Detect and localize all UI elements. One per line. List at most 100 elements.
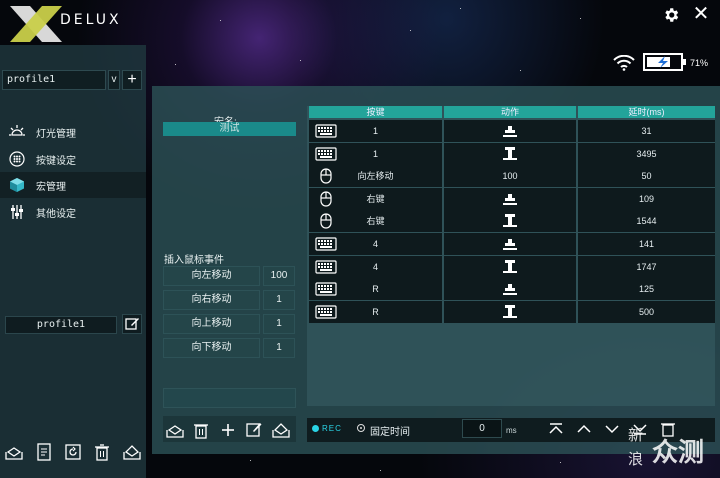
delay-cell[interactable]: 3495 [578,142,715,165]
sina-watermark: 新 浪 众测 [628,422,718,474]
import-macro-icon[interactable] [165,420,185,440]
move-left-value[interactable]: 100 [263,266,295,286]
keyboard-icon [315,305,337,319]
macro-list[interactable] [163,388,296,408]
keyboard-icon [315,124,337,138]
brand-name: DELUX [60,12,122,28]
mouse-event-title: 插入鼠标事件 [164,255,224,266]
delay-cell[interactable]: 31 [578,120,715,142]
fixed-time-input[interactable]: 0 [462,419,502,438]
delay-cell[interactable]: 109 [578,187,715,210]
fixed-time-label: 固定时间 [370,427,410,438]
key-release-icon [503,146,517,160]
star [580,18,581,19]
profile-select[interactable]: profile1 [2,70,106,90]
rec-label[interactable]: REC [322,424,342,433]
key-cell: R [309,300,442,323]
action-cell [444,210,576,233]
move-down-button[interactable]: 向下移动 [163,338,260,358]
star [300,60,301,61]
sidebar-item-other[interactable]: 其他设定 [0,199,146,225]
sidebar-item-lighting[interactable]: 灯光管理 [0,119,146,145]
document-icon[interactable] [34,442,54,462]
key-label: 4 [372,261,378,272]
key-press-icon [503,193,517,205]
add-profile-button[interactable]: + [122,70,142,90]
table-row[interactable]: 1 3495 [308,142,715,165]
move-to-top-icon[interactable] [547,420,565,438]
move-up-icon[interactable] [575,420,593,438]
export-icon[interactable] [122,442,142,462]
add-macro-icon[interactable] [218,420,238,440]
reset-icon[interactable] [63,442,83,462]
star [520,70,521,71]
key-label: 1 [372,126,378,136]
import-icon[interactable] [4,442,24,462]
action-cell [444,278,576,301]
table-row[interactable]: 4 1747 [308,255,715,278]
table-row[interactable]: 4 141 [308,233,715,255]
key-label: 4 [372,239,378,249]
settings-gear-icon[interactable] [662,6,680,24]
star [250,460,251,461]
battery-percent: 71% [690,58,709,68]
key-label: 1 [372,148,378,159]
action-cell [444,120,576,142]
action-cell [444,142,576,165]
table-row[interactable]: 向左移动 100 50 [308,165,715,188]
move-up-value[interactable]: 1 [263,314,295,334]
table-row[interactable]: 右键 1544 [308,210,715,233]
key-press-icon [503,126,517,137]
delay-cell[interactable]: 50 [578,165,715,188]
profile-dropdown-button[interactable]: v [108,70,120,90]
move-left-button[interactable]: 向左移动 [163,266,260,286]
key-cell: R [309,278,442,301]
rename-profile-button[interactable] [122,314,142,334]
action-cell: 100 [444,165,576,188]
delay-cell[interactable]: 125 [578,278,715,301]
move-right-value[interactable]: 1 [263,290,295,310]
ms-unit-label: ms [506,426,517,435]
mouse-icon [320,213,332,229]
key-cell: 1 [309,120,442,142]
table-row[interactable]: R 500 [308,300,715,323]
delay-cell[interactable]: 1747 [578,255,715,278]
keyboard-icon [315,237,337,251]
edit-macro-icon[interactable] [244,420,264,440]
rec-indicator[interactable] [312,425,319,432]
wifi-icon [613,55,635,71]
export-macro-icon[interactable] [271,420,291,440]
trash-icon[interactable] [92,442,112,462]
star [380,470,381,471]
delay-cell[interactable]: 1544 [578,210,715,233]
keypad-icon [9,151,25,167]
move-right-button[interactable]: 向右移动 [163,290,260,310]
action-cell [444,233,576,255]
fixed-time-radio[interactable] [357,424,365,432]
mouse-icon [320,168,332,184]
move-down-value[interactable]: 1 [263,338,295,358]
table-row[interactable]: 1 31 [308,120,715,142]
table-row[interactable]: R 125 [308,278,715,301]
key-label: R [372,306,379,317]
move-down-icon[interactable] [603,420,621,438]
sidebar-item-keys[interactable]: 按键设定 [0,146,146,172]
macro-name-input[interactable]: 测试 [163,122,296,136]
delay-cell[interactable]: 141 [578,233,715,255]
key-release-icon [503,259,517,273]
star [460,8,461,9]
brand-x-mark-icon [10,6,62,42]
delete-macro-icon[interactable] [191,420,211,440]
close-icon[interactable]: ✕ [692,4,710,24]
keyboard-icon [315,146,337,161]
delay-cell[interactable]: 500 [578,300,715,323]
move-up-button[interactable]: 向上移动 [163,314,260,334]
battery-nub [683,59,686,65]
key-press-icon [503,284,517,296]
profile-name-field[interactable]: profile1 [5,316,117,334]
star [220,20,221,21]
key-release-icon [503,304,517,318]
table-row[interactable]: 右键 109 [308,187,715,210]
key-press-icon [503,239,517,250]
sidebar-item-macro[interactable]: 宏管理 [0,172,146,198]
